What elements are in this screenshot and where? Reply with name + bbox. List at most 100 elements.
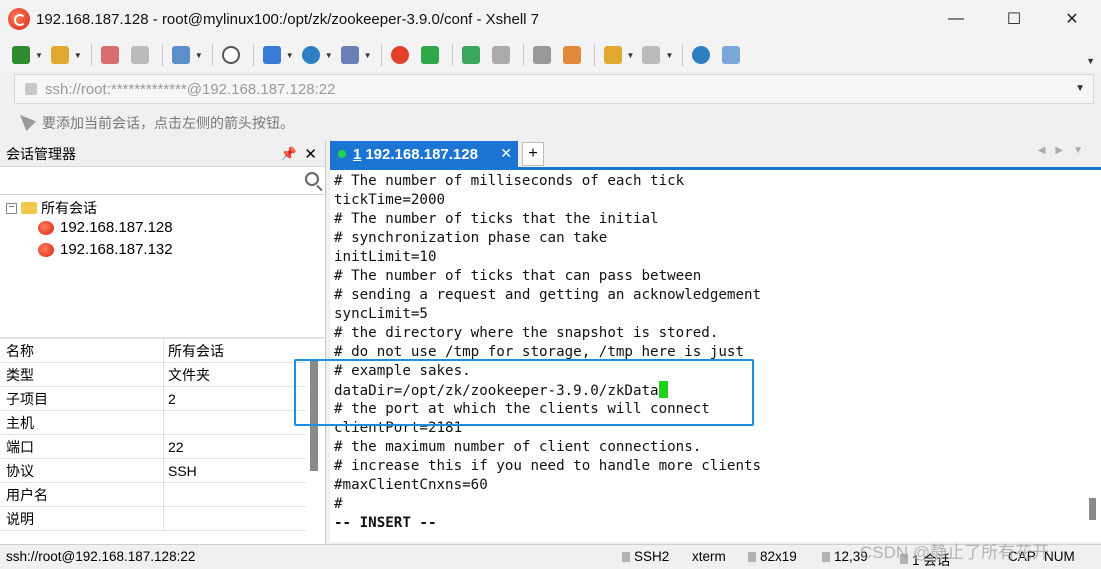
property-row: 用户名 — [0, 483, 306, 507]
find-icon[interactable] — [218, 42, 244, 68]
session-manager-header: 会话管理器 📌 ✕ — [0, 141, 325, 167]
xshell-app-icon — [8, 8, 30, 30]
property-row: 子项目 2 — [0, 387, 306, 411]
status-size: 82x19 — [748, 549, 797, 564]
compose-icon[interactable] — [600, 42, 626, 68]
tab-navigation-icon[interactable]: ◀▶▼ — [1038, 145, 1093, 156]
pin-icon[interactable]: 📌 — [281, 146, 297, 162]
terminal-line: -- INSERT -- — [334, 515, 437, 531]
properties-icon[interactable] — [168, 42, 194, 68]
xshell-icon[interactable] — [387, 42, 413, 68]
watermark: CSDN @静止了所有花开 — [860, 543, 1050, 562]
session-search-input[interactable] — [0, 167, 325, 195]
close-button[interactable]: ✕ — [1043, 0, 1101, 38]
terminal-line: syncLimit=5 — [334, 306, 428, 322]
tree-item-label: 192.168.187.132 — [60, 241, 173, 258]
property-row: 名称 所有会话 — [0, 339, 306, 363]
terminal-line: # The number of ticks that the initial — [334, 211, 659, 227]
transfer-icon[interactable] — [259, 42, 285, 68]
fullscreen-icon[interactable] — [458, 42, 484, 68]
property-row: 主机 — [0, 411, 306, 435]
terminal-line: # The number of ticks that can pass betw… — [334, 268, 702, 284]
tree-item-session[interactable]: 192.168.187.132 — [38, 241, 173, 258]
arrow-icon[interactable] — [20, 115, 36, 131]
terminal-line: # the maximum number of client connectio… — [334, 439, 702, 455]
session-manager-pane: 会话管理器 📌 ✕ − 所有会话 192.168.187.128 192.168… — [0, 141, 326, 544]
chat-icon[interactable] — [718, 42, 744, 68]
properties-table: 名称 所有会话 类型 文件夹 子项目 2 主机 端口 22 协议 SSH 用户名 说明 — [0, 339, 306, 531]
property-key: 说明 — [0, 507, 164, 530]
close-pane-icon[interactable]: ✕ — [304, 145, 317, 163]
xftp-icon[interactable] — [417, 42, 443, 68]
terminal-line: # — [334, 496, 343, 512]
status-protocol: SSH2 — [622, 549, 669, 564]
tab-number: 1 — [353, 145, 362, 163]
lock-icon[interactable] — [488, 42, 514, 68]
disconnect-icon[interactable] — [97, 42, 123, 68]
toolbar-overflow-icon[interactable]: ▼ — [1086, 56, 1095, 66]
new-tab-button[interactable]: + — [522, 142, 544, 166]
status-terminal-type: xterm — [692, 549, 726, 564]
property-row: 类型 文件夹 — [0, 363, 306, 387]
session-icon — [38, 220, 54, 235]
open-folder-icon[interactable] — [47, 42, 73, 68]
property-value — [164, 483, 306, 506]
terminal-line: # sending a request and getting an ackno… — [334, 287, 762, 303]
collapse-toggle-icon[interactable]: − — [6, 202, 17, 214]
title-bar: 192.168.187.128 - root@mylinux100:/opt/z… — [0, 0, 1101, 38]
search-icon[interactable] — [305, 172, 319, 186]
lock-icon — [25, 83, 37, 95]
minimize-button[interactable]: — — [927, 0, 985, 38]
terminal-line: # the directory where the snapshot is st… — [334, 325, 719, 341]
property-key: 子项目 — [0, 387, 164, 410]
terminal-output[interactable]: # The number of milliseconds of each tic… — [330, 170, 1101, 542]
font-icon[interactable] — [337, 42, 363, 68]
terminal-line: initLimit=10 — [334, 249, 437, 265]
property-value — [164, 411, 306, 434]
main-toolbar: ▼ ▼ ▼ ▼ ▼ ▼ ▼ ▼ — [0, 38, 1101, 72]
property-row: 说明 — [0, 507, 306, 531]
terminal-line: # synchronization phase can take — [334, 230, 608, 246]
tab-label: 192.168.187.128 — [365, 145, 478, 163]
help-icon[interactable] — [688, 42, 714, 68]
property-value: 文件夹 — [168, 367, 210, 383]
property-key: 类型 — [0, 363, 164, 386]
property-row: 端口 22 — [0, 435, 306, 459]
terminal-line: tickTime=2000 — [334, 192, 446, 208]
keyboard-icon[interactable] — [529, 42, 555, 68]
property-value: 22 — [168, 439, 184, 455]
property-row: 协议 SSH — [0, 459, 306, 483]
terminal-line: #maxClientCnxns=60 — [334, 477, 488, 493]
property-value: 2 — [168, 391, 176, 407]
property-value — [164, 507, 306, 530]
new-session-icon[interactable] — [8, 42, 34, 68]
maximize-button[interactable]: ☐ — [985, 0, 1043, 38]
terminal-line: # increase this if you need to handle mo… — [334, 458, 762, 474]
highlight-icon[interactable] — [559, 42, 585, 68]
tab-session[interactable]: 1 192.168.187.128 ✕ — [330, 141, 518, 167]
tree-item-label: 192.168.187.128 — [60, 219, 173, 236]
tab-close-icon[interactable]: ✕ — [500, 145, 512, 162]
tree-item-session[interactable]: 192.168.187.128 — [38, 219, 173, 236]
layout-icon[interactable] — [638, 42, 664, 68]
tip-bar: 要添加当前会话，点击左侧的箭头按钮。 — [14, 108, 1094, 138]
tree-root-all-sessions[interactable]: − 所有会话 — [6, 198, 97, 218]
globe-icon[interactable] — [298, 42, 324, 68]
property-key: 端口 — [0, 435, 164, 458]
address-input[interactable]: ssh://root:*************@192.168.187.128… — [45, 81, 335, 98]
session-tree: − 所有会话 192.168.187.128 192.168.187.132 — [0, 195, 325, 339]
terminal-line: # The number of milliseconds of each tic… — [334, 173, 685, 189]
window-title: 192.168.187.128 - root@mylinux100:/opt/z… — [36, 10, 540, 28]
property-value: 所有会话 — [168, 343, 224, 359]
connected-status-icon — [338, 150, 346, 158]
terminal-scrollbar[interactable] — [1089, 498, 1096, 520]
address-bar[interactable]: ssh://root:*************@192.168.187.128… — [14, 74, 1094, 104]
reconnect-icon[interactable] — [127, 42, 153, 68]
property-key: 协议 — [0, 459, 164, 482]
property-key: 用户名 — [0, 483, 164, 506]
address-dropdown-icon[interactable]: ▼ — [1075, 83, 1085, 94]
folder-icon — [21, 202, 37, 214]
session-icon — [38, 242, 54, 257]
tip-text: 要添加当前会话，点击左侧的箭头按钮。 — [42, 115, 294, 131]
tree-root-label: 所有会话 — [41, 200, 97, 216]
